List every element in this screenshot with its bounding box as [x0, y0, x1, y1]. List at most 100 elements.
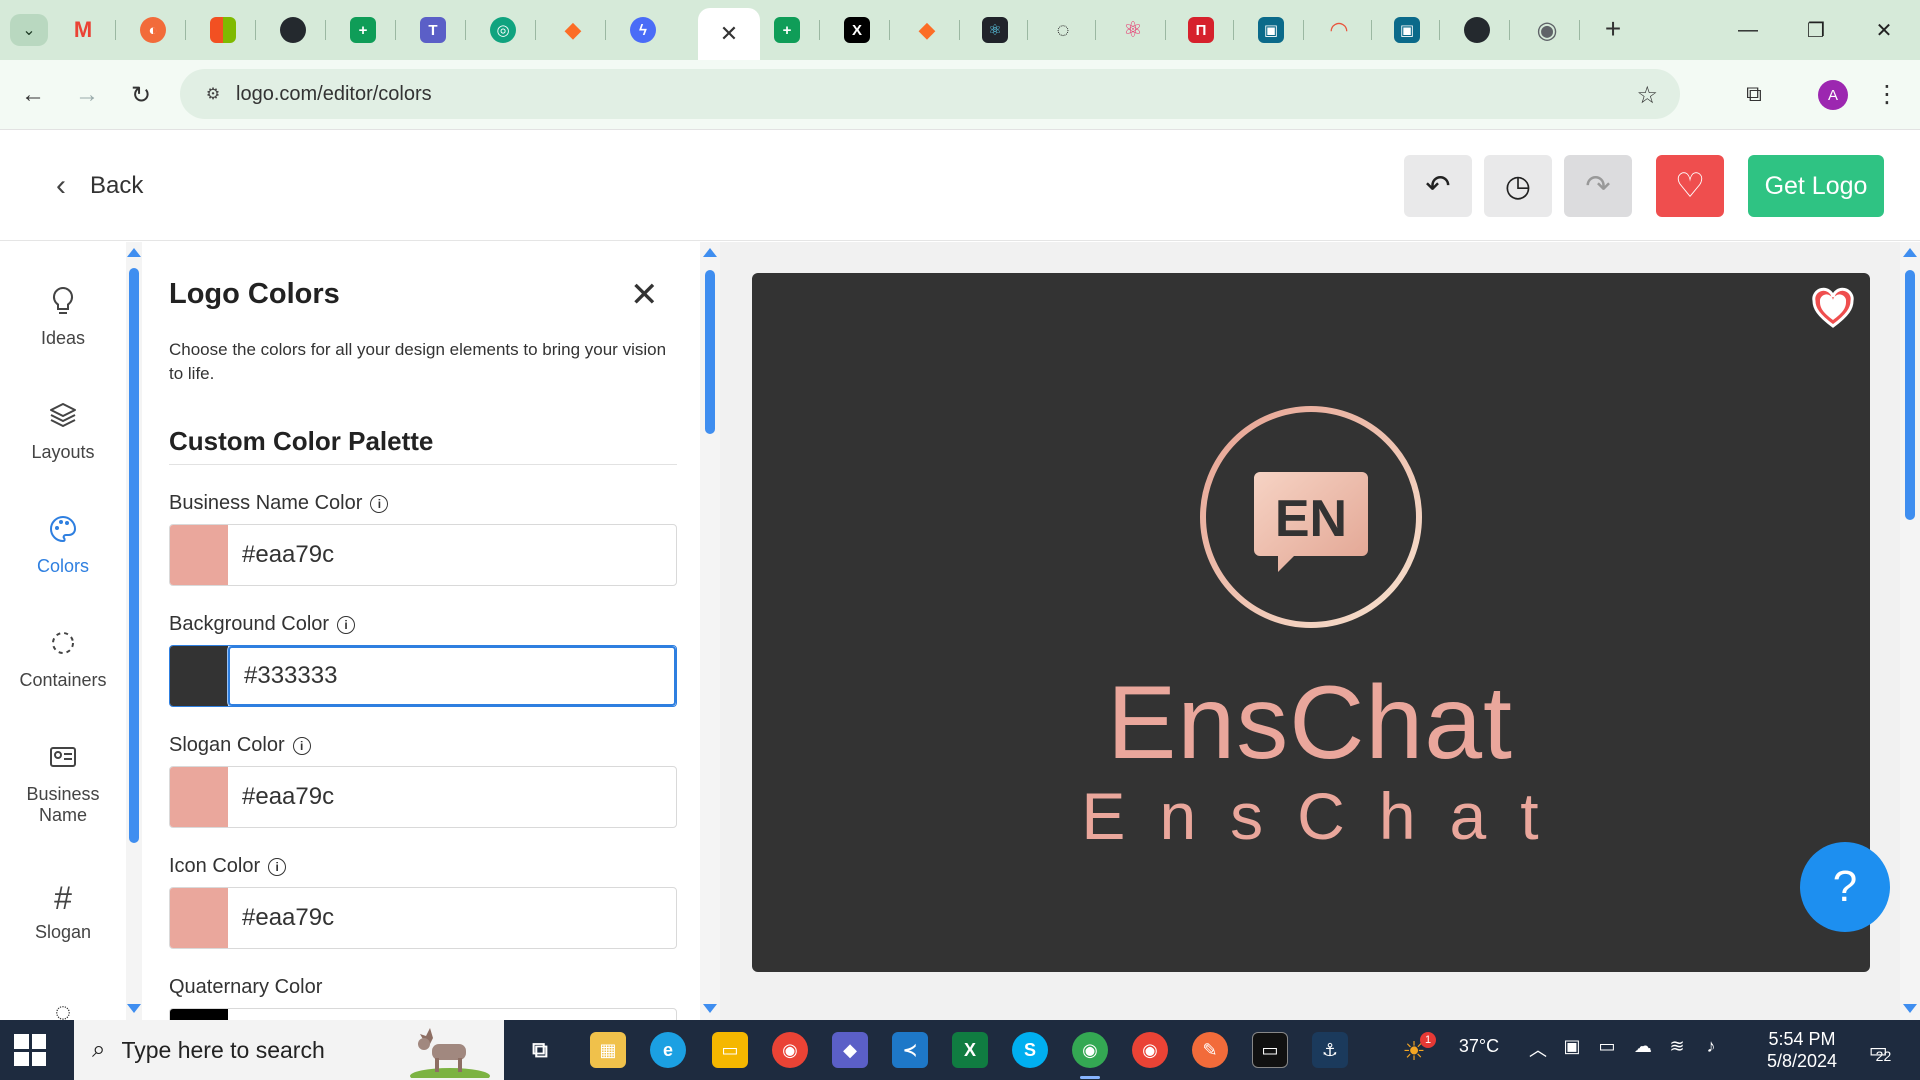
meet-icon[interactable]: ▣ — [1560, 1036, 1584, 1057]
info-icon[interactable]: i — [337, 615, 356, 634]
address-bar[interactable]: ⚙ logo.com/editor/colors ☆ — [180, 69, 1680, 119]
tab-microsoft[interactable] — [190, 10, 256, 50]
weather-temp[interactable]: 37°C — [1444, 1036, 1514, 1057]
store-icon[interactable]: ▦ — [590, 1032, 626, 1068]
site-settings-icon[interactable]: ⚙ — [202, 83, 224, 105]
minimize-button[interactable]: — — [1730, 12, 1766, 48]
reload-button[interactable]: ↻ — [122, 76, 160, 114]
undo-button[interactable]: ↶ — [1404, 155, 1472, 217]
color-swatch[interactable] — [170, 888, 228, 948]
color-swatch[interactable] — [170, 646, 228, 706]
sidebar-item-business-name[interactable]: Business Name — [0, 742, 126, 826]
icon-color-field[interactable]: #eaa79c — [169, 887, 677, 949]
notification-center-button[interactable]: ▭ 22 — [1860, 1032, 1900, 1068]
onedrive-icon[interactable]: ☁ — [1630, 1036, 1656, 1057]
hex-input[interactable]: #eaa79c — [228, 888, 676, 948]
chrome-profile-2-icon[interactable]: ◉ — [1132, 1032, 1168, 1068]
forward-nav-button[interactable]: → — [68, 76, 106, 114]
new-tab-button[interactable]: + — [1598, 13, 1628, 44]
tab-chatgpt[interactable]: ◎ — [470, 10, 536, 50]
copilot-icon[interactable]: ◆ — [832, 1032, 868, 1068]
tab-chrome[interactable]: ◉ — [1514, 10, 1580, 50]
hex-input[interactable]: #eaa79c — [228, 767, 676, 827]
tab-sheets-2[interactable]: + — [754, 10, 820, 50]
vscode-icon[interactable]: ≺ — [892, 1032, 928, 1068]
scrollbar-thumb[interactable] — [129, 268, 139, 843]
profile-avatar[interactable]: A — [1818, 80, 1848, 110]
back-nav-button[interactable]: ← — [14, 76, 52, 114]
business-name-color-field[interactable]: #eaa79c — [169, 524, 677, 586]
close-panel-button[interactable]: ✕ — [630, 278, 659, 312]
url-text[interactable]: logo.com/editor/colors — [236, 83, 432, 106]
taskbar-clock[interactable]: 5:54 PM 5/8/2024 — [1752, 1028, 1852, 1072]
color-swatch[interactable] — [170, 1009, 228, 1020]
hex-input[interactable] — [228, 1009, 676, 1020]
sidebar-scrollbar[interactable] — [126, 242, 142, 1020]
back-button[interactable]: ‹ Back — [56, 169, 143, 203]
favorite-button[interactable]: ♡ — [1656, 155, 1724, 217]
get-logo-button[interactable]: Get Logo — [1748, 155, 1884, 217]
battery-icon[interactable]: ▭ — [1594, 1036, 1620, 1057]
scroll-up-icon[interactable] — [127, 248, 141, 257]
file-explorer-icon[interactable]: ▭ — [712, 1032, 748, 1068]
tab-bolt[interactable]: ϟ — [610, 10, 676, 50]
help-button[interactable]: ? — [1800, 842, 1890, 932]
scroll-up-icon[interactable] — [703, 248, 717, 257]
workspace-scrollbar[interactable] — [1900, 242, 1920, 1020]
close-window-button[interactable]: ✕ — [1866, 12, 1902, 48]
sidebar-item-layouts[interactable]: Layouts — [0, 400, 126, 463]
tab-active-logo-editor[interactable]: ✕ — [698, 8, 760, 60]
tab-react[interactable]: ⚛ — [962, 10, 1028, 50]
logo-business-name[interactable]: EnsChat — [1010, 668, 1610, 778]
tab-gitlab[interactable]: ◆ — [540, 10, 606, 50]
tab-gitlab-2[interactable]: ◆ — [894, 10, 960, 50]
tab-github-2[interactable] — [1444, 10, 1510, 50]
quaternary-color-field[interactable] — [169, 1008, 677, 1020]
volume-icon[interactable]: ♪ — [1698, 1036, 1724, 1057]
tab-netlify[interactable]: П — [1168, 10, 1234, 50]
scrollbar-thumb[interactable] — [705, 270, 715, 434]
close-tab-icon[interactable]: ✕ — [720, 21, 738, 47]
tab-github[interactable] — [260, 10, 326, 50]
excel-icon[interactable]: X — [952, 1032, 988, 1068]
tab-teams[interactable]: T — [400, 10, 466, 50]
skype-icon[interactable]: S — [1012, 1032, 1048, 1068]
tab-search-button[interactable]: ⌄ — [10, 14, 48, 46]
scrollbar-thumb[interactable] — [1905, 270, 1915, 520]
terminal-icon[interactable]: ▭ — [1252, 1032, 1288, 1068]
chrome-icon[interactable]: ◉ — [772, 1032, 808, 1068]
tab-x[interactable]: X — [824, 10, 890, 50]
tab-react-2[interactable]: ⚛ — [1100, 10, 1166, 50]
info-icon[interactable]: i — [370, 494, 389, 513]
sidebar-item-ideas[interactable]: Ideas — [0, 286, 126, 349]
tab-search-chat[interactable]: ◌ — [1030, 10, 1096, 50]
browser-menu-button[interactable]: ⋮ — [1872, 76, 1902, 112]
sidebar-item-slogan[interactable]: # Slogan — [0, 880, 126, 943]
hex-input[interactable]: #eaa79c — [228, 525, 676, 585]
canvas-favorite-button[interactable] — [1810, 286, 1856, 332]
history-button[interactable]: ◷ — [1484, 155, 1552, 217]
info-icon[interactable]: i — [268, 857, 287, 876]
tab-gmail[interactable]: M — [50, 10, 116, 50]
background-color-field[interactable]: #333333 — [169, 645, 677, 707]
tab-vs-2[interactable]: ▣ — [1374, 10, 1440, 50]
logo-slogan[interactable]: EnsChat — [1010, 780, 1610, 852]
start-button[interactable] — [14, 1034, 46, 1066]
redo-button[interactable]: ↷ — [1564, 155, 1632, 217]
scroll-up-icon[interactable] — [1903, 248, 1917, 257]
tab-rainbow[interactable]: ◠ — [1306, 10, 1372, 50]
wifi-icon[interactable]: ≋ — [1664, 1036, 1690, 1057]
restore-button[interactable]: ❐ — [1798, 12, 1834, 48]
sidebar-item-containers[interactable]: Containers — [0, 628, 126, 691]
tab-2[interactable]: ◐ — [120, 10, 186, 50]
hex-input[interactable]: #333333 — [228, 646, 676, 706]
sidebar-item-colors[interactable]: Colors — [0, 514, 126, 577]
task-view-icon[interactable]: ⧉ — [522, 1032, 558, 1068]
show-hidden-icons[interactable]: ︿ — [1526, 1036, 1550, 1062]
database-icon[interactable]: ⚓ — [1312, 1032, 1348, 1068]
taskbar-search[interactable]: ⌕ Type here to search — [74, 1020, 504, 1080]
extensions-button[interactable]: ⧉ — [1736, 76, 1772, 112]
chrome-profile-icon[interactable]: ◉ — [1072, 1032, 1108, 1068]
edge-icon[interactable]: e — [650, 1032, 686, 1068]
info-icon[interactable]: i — [292, 736, 311, 755]
